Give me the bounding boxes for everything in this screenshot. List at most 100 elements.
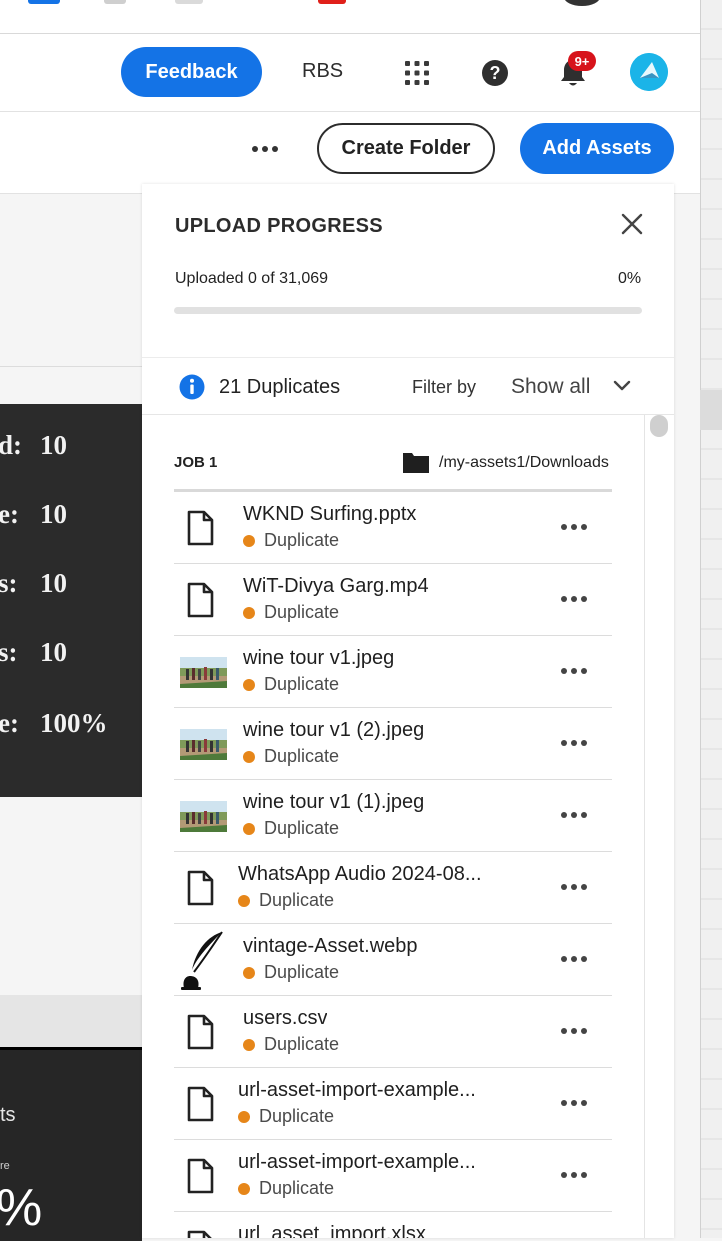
status-dot: [243, 1038, 255, 1051]
job-destination-path: /my-assets1/Downloads: [439, 454, 609, 471]
filter-dropdown[interactable]: Show all: [511, 375, 590, 399]
row-more-icon[interactable]: [560, 590, 588, 606]
file-icon: [184, 1014, 216, 1050]
file-icon: [184, 1086, 216, 1122]
create-folder-button[interactable]: Create Folder: [317, 123, 495, 174]
upload-file-list: WKND Surfing.pptx Duplicate WiT-Divya Ga…: [174, 489, 612, 1238]
uploaded-count-text: Uploaded 0 of 31,069: [175, 270, 329, 287]
list-item[interactable]: WhatsApp Audio 2024-08... Duplicate: [174, 852, 612, 924]
list-item[interactable]: wine tour v1.jpeg Duplicate: [174, 636, 612, 708]
stats-card: d: 10 e: 10 s: 10 s: 10 e: 100%: [0, 404, 142, 797]
scrollbar-track[interactable]: [644, 415, 674, 1238]
file-icon: [184, 1230, 216, 1238]
status-dot: [243, 750, 255, 763]
file-name: wine tour v1 (1).jpeg: [243, 791, 425, 813]
row-more-icon[interactable]: [560, 518, 588, 534]
list-item[interactable]: url-asset-import-example... Duplicate: [174, 1140, 612, 1212]
file-name: users.csv: [243, 1007, 328, 1029]
status-badge: Duplicate: [238, 890, 334, 911]
stat-row: d: 10: [0, 430, 142, 460]
help-icon[interactable]: ?: [480, 58, 510, 88]
status-badge: Duplicate: [243, 602, 339, 623]
feedback-button[interactable]: Feedback: [121, 47, 262, 97]
file-icon: [184, 510, 216, 546]
status-badge: Duplicate: [243, 962, 339, 983]
upload-percent-text: 0%: [618, 270, 642, 287]
tab-favicon[interactable]: [104, 0, 126, 4]
close-icon[interactable]: [620, 212, 644, 236]
file-name: url_asset_import.xlsx: [238, 1223, 426, 1238]
filter-label: Filter by: [412, 377, 477, 397]
status-badge: Duplicate: [243, 674, 339, 695]
status-badge: Duplicate: [238, 1178, 334, 1199]
user-avatar[interactable]: [630, 53, 668, 91]
folder-icon: [402, 450, 430, 474]
card-sublabel: re: [0, 1160, 10, 1172]
profile-icon[interactable]: [564, 0, 600, 6]
status-dot: [238, 1182, 250, 1195]
list-item[interactable]: url_asset_import.xlsx: [174, 1212, 612, 1238]
row-more-icon[interactable]: [560, 878, 588, 894]
status-dot: [243, 822, 255, 835]
stat-label: e:: [0, 708, 19, 738]
row-more-icon[interactable]: [560, 1022, 588, 1038]
quill-thumbnail: [178, 930, 226, 992]
status-badge: Duplicate: [238, 1106, 334, 1127]
row-more-icon[interactable]: [560, 950, 588, 966]
card-label: ts: [0, 1104, 16, 1126]
more-actions-icon[interactable]: [248, 136, 282, 162]
status-text: Duplicate: [264, 818, 340, 838]
status-dot: [243, 606, 255, 619]
status-text: Duplicate: [264, 1034, 340, 1054]
list-item[interactable]: wine tour v1 (1).jpeg Duplicate: [174, 780, 612, 852]
list-item[interactable]: users.csv Duplicate: [174, 996, 612, 1068]
stat-value: 10: [40, 430, 67, 460]
stat-value: 10: [40, 637, 67, 667]
tab-favicon[interactable]: [175, 0, 203, 4]
row-more-icon[interactable]: [560, 806, 588, 822]
stat-label: s:: [0, 637, 18, 667]
status-text: Duplicate: [264, 962, 340, 982]
row-more-icon[interactable]: [560, 1166, 588, 1182]
app-header: Feedback RBS ? 9+: [0, 34, 700, 112]
right-edge-panel: [700, 0, 722, 1238]
stat-label: e:: [0, 499, 19, 529]
duplicates-count: 21 Duplicates: [219, 376, 341, 398]
list-item[interactable]: vintage-Asset.webp Duplicate: [174, 924, 612, 996]
progress-bar: [174, 307, 642, 314]
stat-row: s: 10: [0, 568, 142, 598]
org-switcher[interactable]: RBS: [302, 60, 343, 83]
row-more-icon[interactable]: [560, 734, 588, 750]
status-text: Duplicate: [259, 1178, 335, 1198]
status-badge: Duplicate: [243, 1034, 339, 1055]
stat-row: e: 100%: [0, 708, 142, 738]
list-item[interactable]: WiT-Divya Garg.mp4 Duplicate: [174, 564, 612, 636]
chevron-down-icon[interactable]: [612, 378, 632, 394]
status-text: Duplicate: [264, 602, 340, 622]
image-thumbnail: [180, 729, 227, 760]
list-item[interactable]: wine tour v1 (2).jpeg Duplicate: [174, 708, 612, 780]
row-more-icon[interactable]: [560, 662, 588, 678]
dark-summary-card: ts re %: [0, 1047, 142, 1241]
status-dot: [243, 678, 255, 691]
list-item[interactable]: WKND Surfing.pptx Duplicate: [174, 492, 612, 564]
list-item[interactable]: url-asset-import-example... Duplicate: [174, 1068, 612, 1140]
stat-value: 100%: [40, 708, 108, 738]
stat-value: 10: [40, 568, 67, 598]
status-badge: Duplicate: [243, 530, 339, 551]
tab-favicon[interactable]: [318, 0, 346, 4]
scrollbar-thumb[interactable]: [650, 415, 668, 437]
file-name: url-asset-import-example...: [238, 1079, 476, 1101]
tab-favicon[interactable]: [28, 0, 60, 4]
file-icon: [184, 1158, 216, 1194]
job-label: JOB 1: [174, 454, 218, 471]
status-dot: [243, 966, 255, 979]
status-text: Duplicate: [264, 530, 340, 550]
add-assets-button[interactable]: Add Assets: [520, 123, 674, 174]
status-text: Duplicate: [259, 890, 335, 910]
status-dot: [238, 1110, 250, 1123]
browser-tab-bar: [0, 0, 700, 34]
image-thumbnail: [180, 657, 227, 688]
row-more-icon[interactable]: [560, 1094, 588, 1110]
app-switcher-icon[interactable]: [402, 58, 432, 88]
